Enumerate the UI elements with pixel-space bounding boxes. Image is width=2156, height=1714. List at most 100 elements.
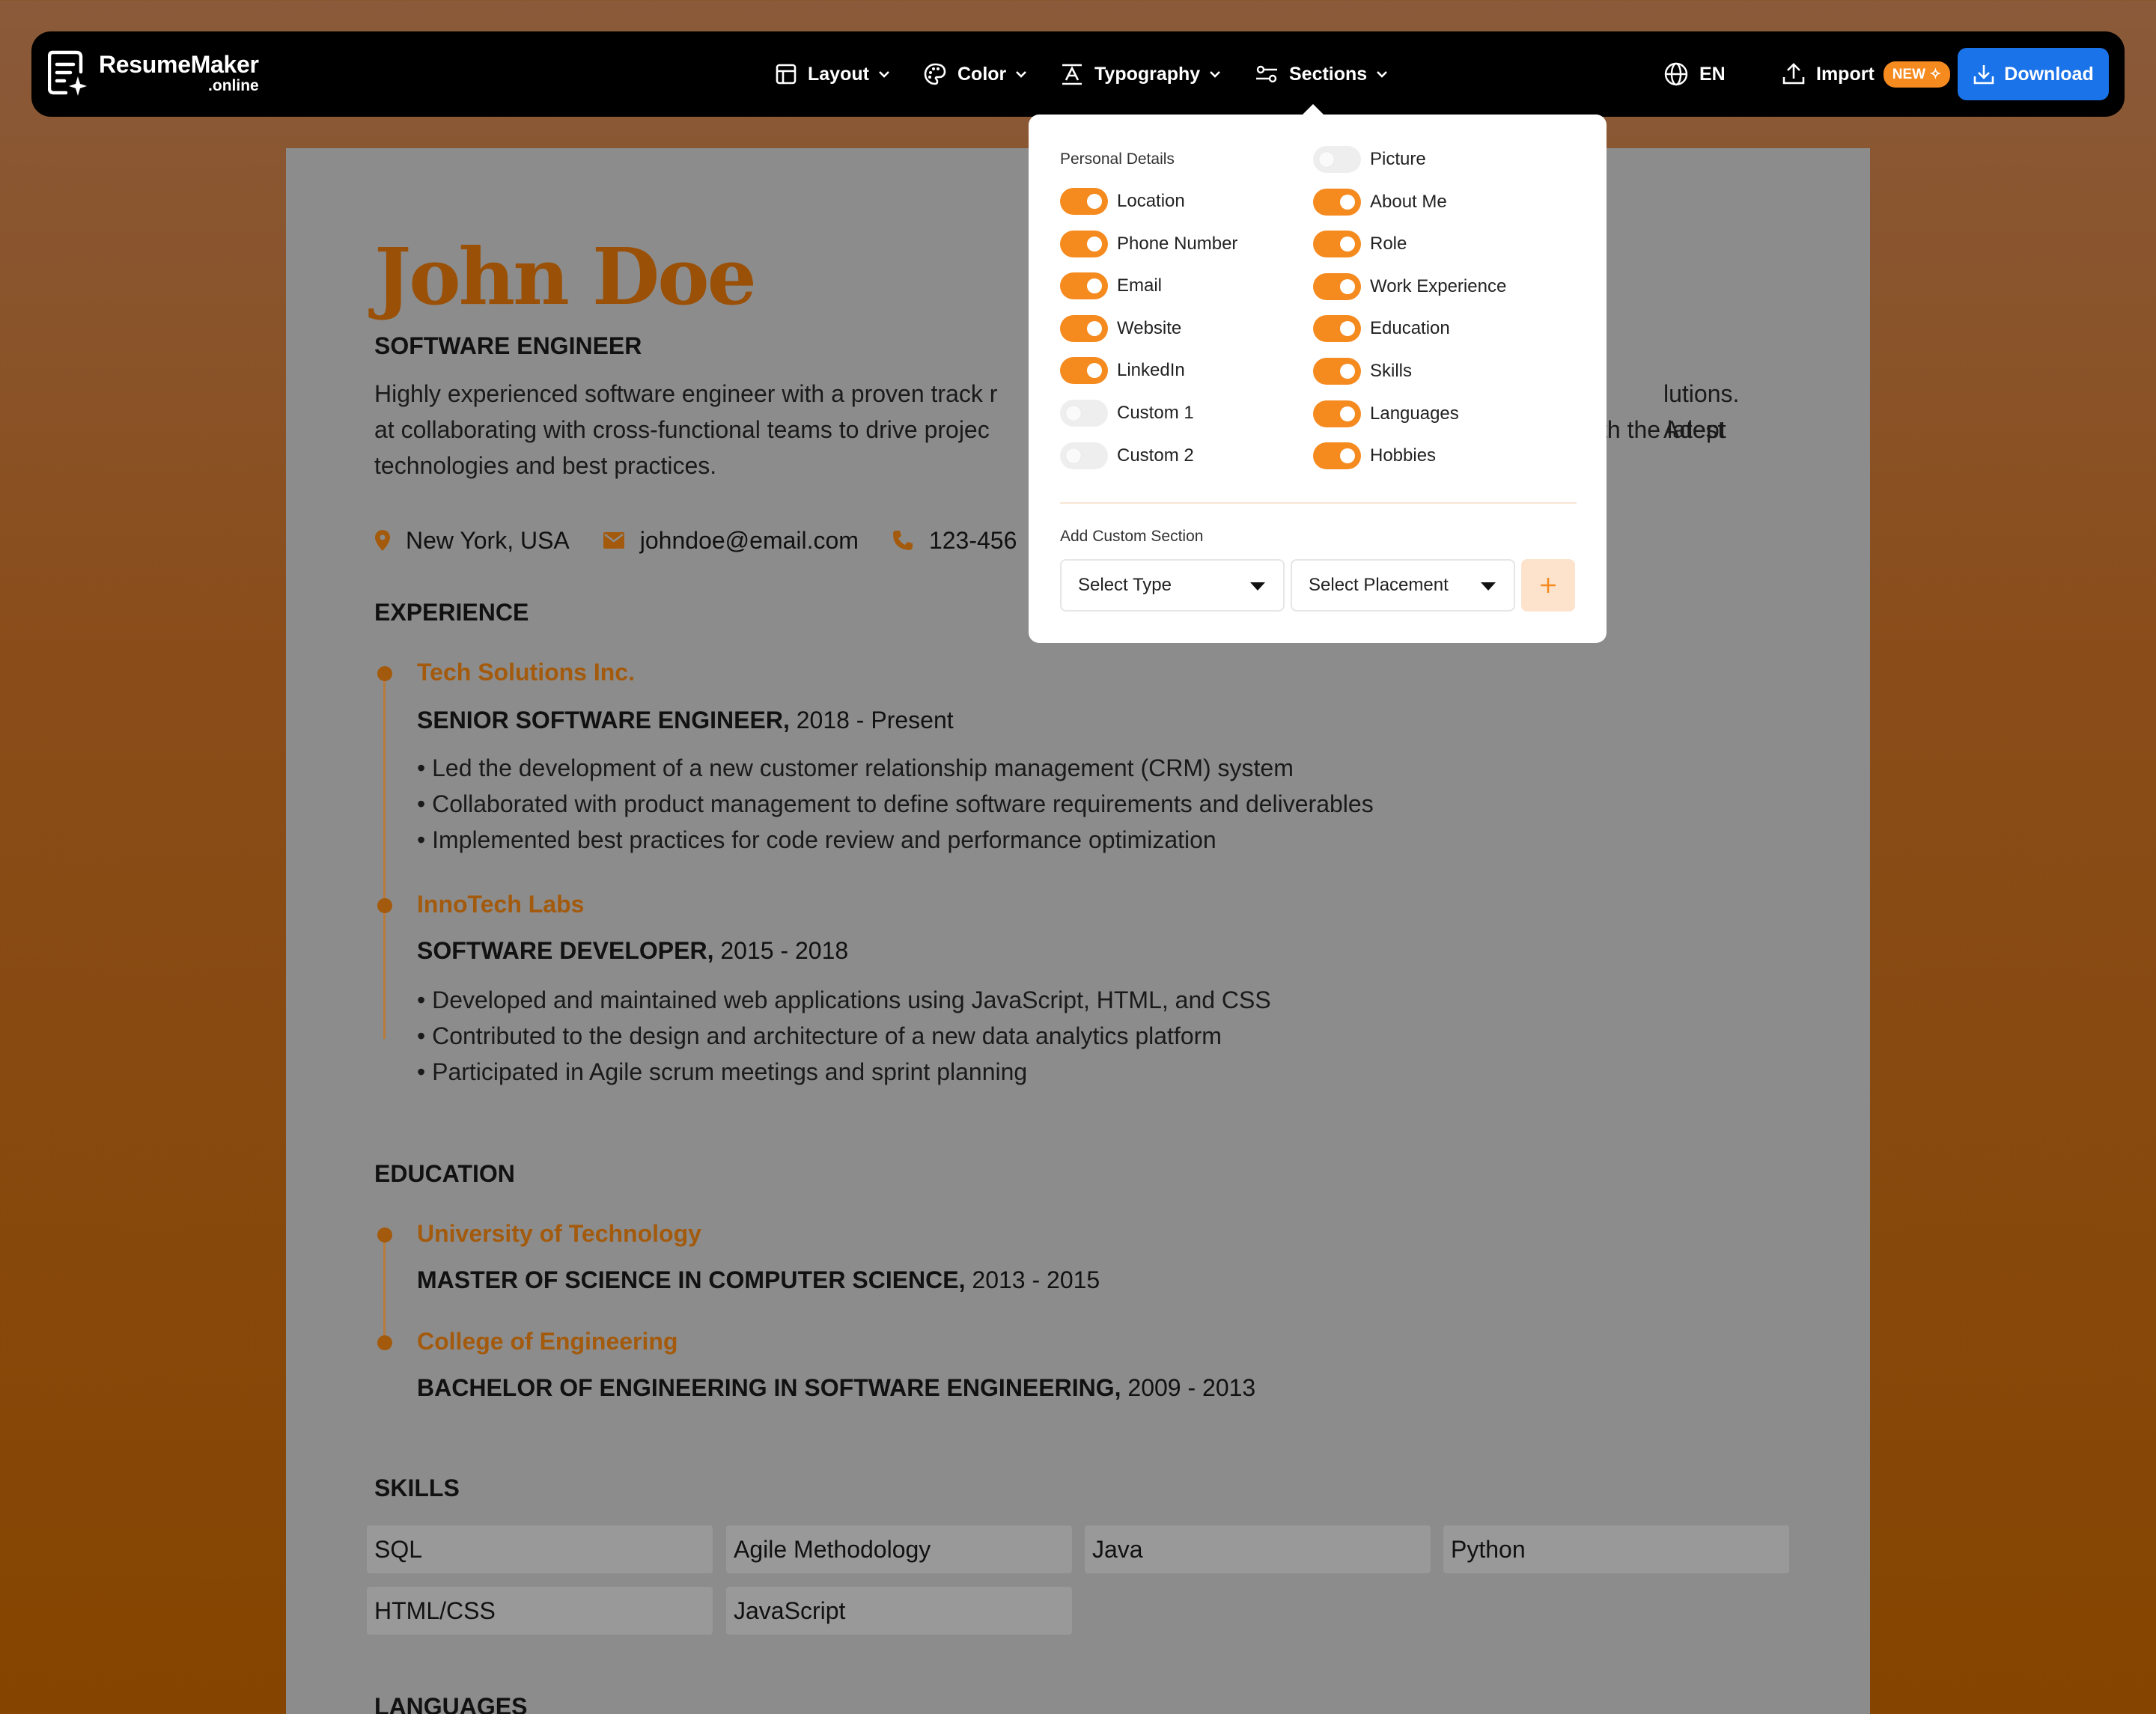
language-label: EN [1699, 63, 1726, 85]
section-toggle-row[interactable]: Education [1313, 315, 1450, 343]
toggle-switch[interactable] [1313, 272, 1361, 300]
typography-menu-label: Typography [1094, 63, 1201, 85]
section-toggle-row[interactable]: Location [1060, 188, 1185, 215]
toggle-knob [1087, 194, 1102, 209]
experience-bullet: • Developed and maintained web applicati… [417, 986, 1271, 1013]
palette-icon [924, 63, 946, 85]
section-toggle-row[interactable]: Picture [1313, 146, 1426, 173]
toggle-label: Hobbies [1370, 445, 1437, 466]
toggle-label: Picture [1370, 149, 1426, 169]
new-badge: NEW ✧ [1883, 61, 1951, 88]
download-label: Download [2004, 63, 2094, 85]
experience-bullet: • Led the development of a new customer … [417, 754, 1294, 781]
toggle-switch[interactable] [1060, 357, 1108, 385]
toggle-switch[interactable] [1060, 400, 1108, 427]
skill-chip: SQL [367, 1525, 713, 1573]
personal-details-label: Personal Details [1060, 150, 1175, 168]
toggle-label: About Me [1370, 191, 1447, 212]
download-button[interactable]: Download [1958, 48, 2109, 100]
toggle-switch[interactable] [1313, 358, 1361, 385]
summary-line-1a: Highly experienced software engineer wit… [374, 380, 998, 407]
toggle-switch[interactable] [1313, 315, 1361, 343]
typography-menu[interactable]: Typography [1060, 31, 1222, 117]
section-toggle-row[interactable]: Role [1313, 231, 1407, 258]
section-toggle-row[interactable]: Skills [1313, 358, 1412, 385]
experience-timeline [383, 675, 386, 1039]
select-placement-dropdown[interactable]: Select Placement [1291, 559, 1515, 612]
skill-chip: Python [1443, 1525, 1789, 1573]
upload-icon [1782, 63, 1805, 85]
toggle-switch[interactable] [1060, 442, 1108, 469]
logo-subtitle: .online [208, 76, 259, 94]
toggle-switch[interactable] [1313, 146, 1361, 173]
typography-icon [1062, 64, 1082, 85]
section-toggle-row[interactable]: Custom 1 [1060, 400, 1194, 427]
logo[interactable]: ResumeMaker .online [48, 49, 259, 96]
toggle-switch[interactable] [1060, 188, 1108, 215]
layout-menu[interactable]: Layout [775, 31, 892, 117]
toggle-switch[interactable] [1060, 314, 1108, 342]
experience-bullet: • Contributed to the design and architec… [417, 1022, 1222, 1049]
import-button[interactable]: Import NEW ✧ [1782, 31, 1951, 117]
chevron-down-icon [1377, 71, 1388, 78]
toggle-switch[interactable] [1313, 400, 1361, 427]
section-toggle-row[interactable]: Custom 2 [1060, 442, 1194, 469]
caret-down-icon [1250, 582, 1265, 591]
toggle-knob [1340, 278, 1355, 294]
layout-menu-label: Layout [808, 63, 869, 85]
toggle-knob [1340, 237, 1355, 252]
resume-role: SOFTWARE ENGINEER [374, 332, 642, 359]
section-toggle-row[interactable]: About Me [1313, 188, 1447, 216]
chevron-down-icon [879, 71, 889, 78]
experience-bullet: • Implemented best practices for code re… [417, 826, 1216, 853]
section-toggle-row[interactable]: Email [1060, 272, 1162, 300]
skill-chip: Java [1085, 1525, 1431, 1573]
select-type-dropdown[interactable]: Select Type [1060, 559, 1285, 612]
toggle-label: LinkedIn [1117, 360, 1185, 381]
section-toggle-row[interactable]: Phone Number [1060, 230, 1238, 257]
toggle-label: Skills [1370, 361, 1413, 381]
toggle-knob [1087, 363, 1102, 379]
toggle-switch[interactable] [1060, 272, 1108, 300]
timeline-dot [377, 1335, 392, 1350]
education-degree: MASTER OF SCIENCE IN COMPUTER SCIENCE, 2… [417, 1266, 1100, 1293]
language-selector[interactable]: EN [1663, 31, 1726, 117]
timeline-dot [377, 1227, 392, 1242]
toggle-knob [1340, 321, 1355, 337]
toggle-knob [1319, 152, 1334, 167]
toggle-switch[interactable] [1313, 231, 1361, 258]
toggle-label: Role [1370, 234, 1407, 254]
education-timeline [383, 1235, 386, 1343]
timeline-dot [377, 898, 392, 913]
toggle-switch[interactable] [1313, 442, 1361, 470]
toggle-switch[interactable] [1313, 188, 1361, 216]
color-menu[interactable]: Color [923, 31, 1029, 117]
section-toggle-row[interactable]: Work Experience [1313, 272, 1506, 300]
section-toggle-row[interactable]: Languages [1313, 400, 1459, 427]
toggle-label: Custom 2 [1117, 445, 1194, 466]
dropdown-arrow [1301, 104, 1325, 116]
toggle-label: Phone Number [1117, 233, 1238, 254]
section-toggle-row[interactable]: LinkedIn [1060, 357, 1185, 385]
section-toggle-row[interactable]: Website [1060, 314, 1182, 342]
skills-heading: SKILLS [374, 1474, 460, 1501]
toggle-knob [1066, 406, 1081, 421]
chevron-down-icon [1016, 71, 1027, 78]
section-toggle-row[interactable]: Hobbies [1313, 442, 1437, 470]
import-label: Import [1816, 63, 1875, 85]
add-section-button[interactable] [1521, 559, 1575, 612]
add-custom-section-label: Add Custom Section [1060, 528, 1204, 545]
contact-email: johndoe@email.com [639, 526, 859, 554]
education-degree: BACHELOR OF ENGINEERING IN SOFTWARE ENGI… [417, 1374, 1256, 1401]
layout-icon [776, 64, 797, 85]
toggle-knob [1087, 278, 1102, 294]
dropdown-divider [1060, 502, 1577, 504]
toggle-switch[interactable] [1060, 230, 1108, 257]
toggle-label: Website [1117, 317, 1182, 338]
logo-icon [48, 50, 87, 96]
toggle-knob [1066, 448, 1081, 463]
location-pin-icon [375, 530, 390, 551]
skill-chip: JavaScript [726, 1587, 1072, 1635]
logo-title: ResumeMaker [99, 50, 259, 78]
sections-menu-label: Sections [1289, 63, 1368, 85]
